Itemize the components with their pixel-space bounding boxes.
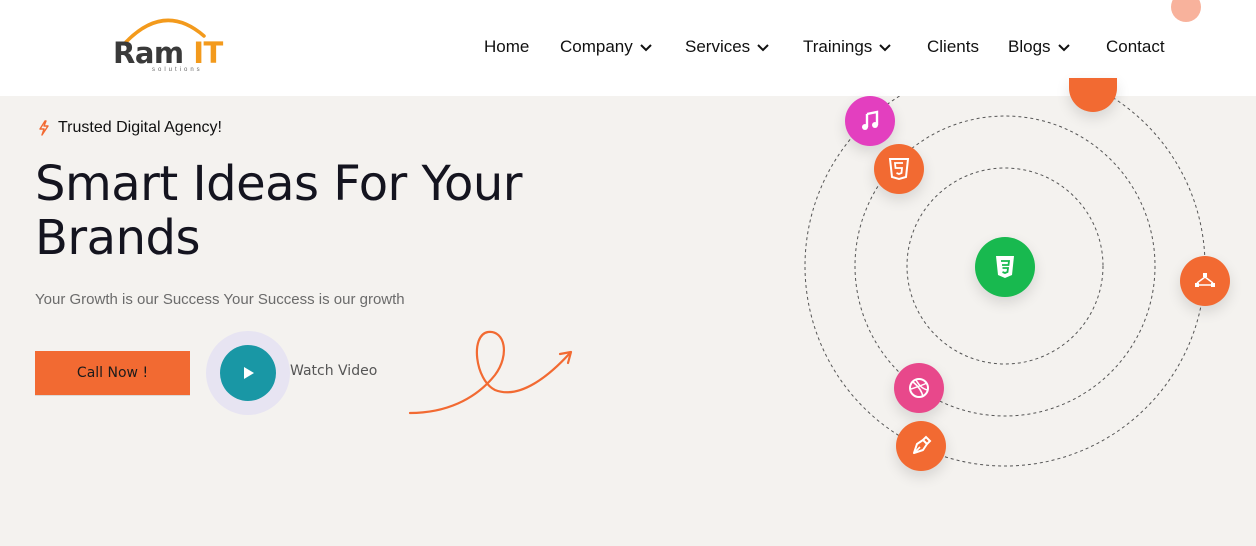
logo-accent-text: IT — [193, 36, 223, 70]
nav-contact-label: Contact — [1106, 37, 1165, 56]
dribbble-icon — [894, 363, 944, 413]
nav-contact[interactable]: Contact — [1106, 36, 1165, 58]
chevron-down-icon — [757, 44, 769, 52]
hero-title-line1: Smart Ideas For Your — [35, 156, 523, 212]
site-header: Ram IT solutions Home Company Services T… — [0, 0, 1256, 96]
logo-subtext: solutions — [152, 67, 203, 73]
chevron-down-icon — [1057, 44, 1070, 52]
html5-icon — [874, 144, 924, 194]
lightning-icon — [39, 120, 49, 136]
logo-main-text: Ram — [113, 36, 184, 70]
watch-video-link[interactable]: Watch Video — [290, 363, 377, 379]
music-note-icon — [845, 96, 895, 146]
ramit-logo[interactable]: Ram IT solutions — [110, 14, 230, 76]
nav-services[interactable]: Services — [685, 36, 770, 58]
nav-blogs-label: Blogs — [1008, 37, 1051, 56]
hero-subtitle: Your Growth is our Success Your Success … — [35, 291, 405, 308]
nav-company-label: Company — [560, 37, 633, 56]
nav-clients[interactable]: Clients — [927, 36, 979, 58]
nav-company[interactable]: Company — [560, 36, 653, 58]
nav-home[interactable]: Home — [484, 36, 529, 58]
nav-trainings[interactable]: Trainings — [803, 36, 892, 58]
hero-title: Smart Ideas For Your Brands — [35, 157, 655, 265]
nav-home-label: Home — [484, 37, 530, 56]
pen-nib-icon — [896, 421, 946, 471]
css3-icon — [975, 237, 1035, 297]
nav-trainings-label: Trainings — [803, 37, 873, 56]
decorative-arrow-squiggle — [408, 330, 573, 415]
hero-title-line2: Brands — [35, 210, 200, 266]
logo-wordmark: Ram IT — [113, 36, 223, 70]
play-video-button[interactable] — [220, 345, 276, 401]
nav-clients-label: Clients — [927, 37, 979, 56]
nav-services-label: Services — [685, 37, 751, 56]
play-icon — [244, 367, 254, 379]
chevron-down-icon — [879, 44, 892, 52]
call-now-button[interactable]: Call Now ! — [35, 351, 190, 395]
vector-nodes-icon — [1180, 256, 1230, 306]
decorative-circle — [1171, 0, 1201, 22]
nav-blogs[interactable]: Blogs — [1008, 36, 1071, 58]
orbit-rings — [804, 96, 1206, 467]
trusted-badge: Trusted Digital Agency! — [38, 119, 222, 137]
chevron-down-icon — [640, 44, 652, 52]
badge-text: Trusted Digital Agency! — [58, 119, 222, 136]
